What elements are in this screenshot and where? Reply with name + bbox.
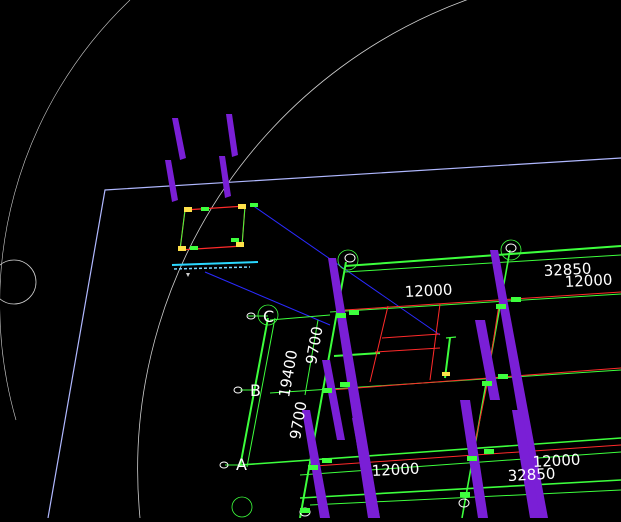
dim-vertical-upper: 9700: [302, 325, 326, 366]
cad-viewport[interactable]: 12000 32850 12000 9700 19400 9700 12000 …: [0, 0, 621, 519]
detail-block[interactable]: [171, 203, 259, 277]
dim-top-span: 12000: [404, 281, 453, 301]
dim-right-span: 12000: [564, 271, 613, 291]
axis-label-c: C: [263, 307, 274, 326]
axis-label-a: A: [236, 455, 247, 474]
boundary-arc-upper: [0, 0, 131, 421]
cad-canvas[interactable]: 12000 32850 12000 9700 19400 9700 12000 …: [0, 0, 621, 519]
small-circle-marker: [0, 259, 37, 305]
axis-label-b: B: [250, 381, 261, 400]
dim-overall-bottom: 32850: [507, 465, 556, 485]
dim-bottom-span: 12000: [371, 460, 420, 480]
